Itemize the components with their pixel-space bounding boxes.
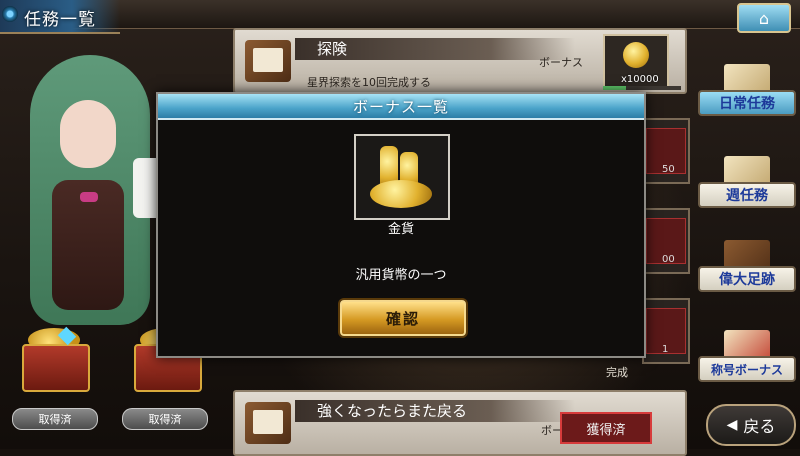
nav-title-bonus[interactable]: 称号ボーナス (694, 326, 798, 390)
nav-weekly-missions[interactable]: 週任務 (694, 152, 798, 216)
item-name: 金貨 (387, 222, 414, 237)
home-icon: ⌂ (758, 8, 770, 28)
book-icon (245, 40, 291, 82)
item-description: 汎用貨幣の一つ (355, 268, 447, 283)
nav-great-footsteps[interactable]: 偉大足跡 (694, 236, 798, 300)
mission-card[interactable]: 強くなったらまた戻る ボー 獲得済 (233, 390, 687, 456)
dialog-title: ボーナス一覧 (158, 94, 644, 120)
book-icon (245, 402, 291, 444)
page-title: 任務一覧 (24, 10, 96, 30)
claimed-stamp: 獲得済 (560, 412, 652, 444)
reward-item[interactable]: 1 (642, 298, 690, 364)
gold-coin-icon (623, 42, 649, 68)
home-button[interactable]: ⌂ (737, 3, 791, 33)
back-button[interactable]: ◀ 戻る (706, 404, 796, 446)
mission-card[interactable]: 探険 星界探索を10回完成する ボーナス x10000 (233, 28, 687, 94)
nav-daily-missions[interactable]: 日常任務 (694, 60, 798, 124)
gear-icon (2, 6, 18, 22)
gold-coin-item (354, 134, 450, 220)
bonus-dialog: ボーナス一覧 金貨 汎用貨幣の一つ 確認 (156, 92, 646, 358)
reward-item[interactable]: 00 (642, 208, 690, 274)
progress-fill (603, 86, 627, 90)
chest-status-badge-2: 取得済 (122, 408, 208, 430)
mission-title: 探険 (317, 40, 348, 58)
reward-item[interactable]: x10000 (603, 34, 669, 90)
completed-label: 完成 (606, 366, 628, 379)
confirm-button[interactable]: 確認 (340, 300, 466, 336)
reward-item[interactable]: 50 (642, 118, 690, 184)
back-label: 戻る (743, 417, 776, 436)
character-portrait (0, 40, 167, 340)
reward-chest-1[interactable] (14, 322, 94, 392)
top-bar (0, 0, 800, 29)
mission-description: 星界探索を10回完成する (307, 76, 431, 89)
title-plate: 任務一覧 (0, 0, 120, 34)
bonus-label: ボーナス (539, 56, 583, 69)
chest-status-badge-1: 取得済 (12, 408, 98, 430)
progress-bar (603, 86, 681, 90)
mission-title: 強くなったらまた戻る (317, 402, 468, 420)
reward-count: x10000 (621, 74, 659, 85)
back-arrow-icon: ◀ (726, 417, 738, 433)
